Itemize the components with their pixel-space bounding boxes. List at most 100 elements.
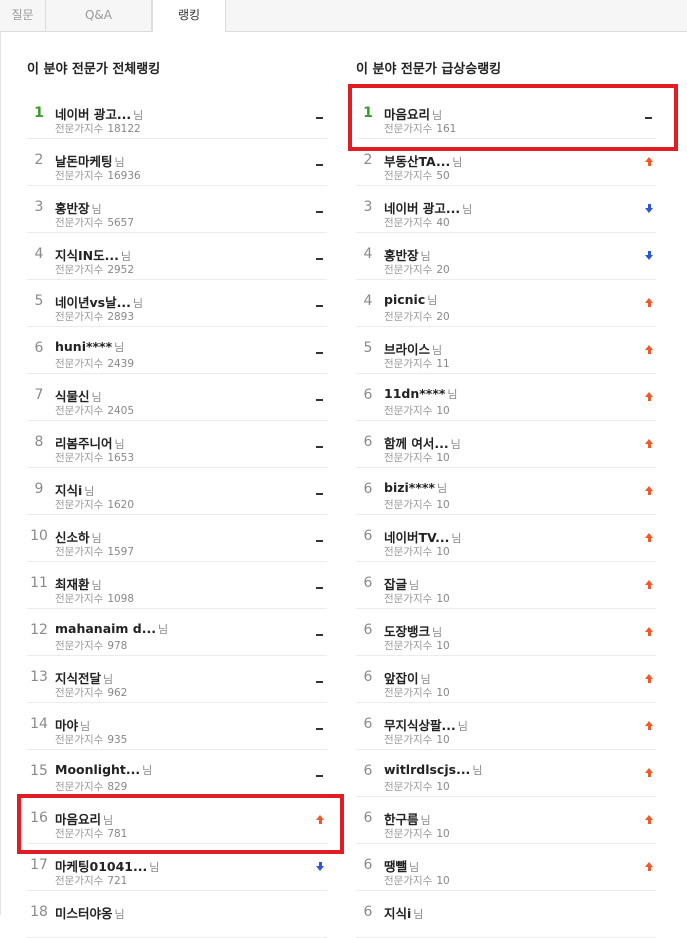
ranking-row[interactable]: 6 witlrdlscjs... 님 전문가지수 10: [356, 750, 656, 797]
expert-name-text[interactable]: 홍반장: [384, 248, 419, 263]
expert-name[interactable]: bizi**** 님: [384, 480, 447, 496]
expert-name-text[interactable]: picnic: [384, 292, 425, 307]
expert-name[interactable]: 11dn**** 님: [384, 386, 458, 402]
ranking-row[interactable]: 6 잡글 님 전문가지수 10: [356, 562, 656, 609]
rank-number: 4: [34, 246, 44, 262]
ranking-row[interactable]: 6 도장뱅크 님 전문가지수 10: [356, 609, 656, 656]
expert-score: 전문가지수 935: [55, 732, 127, 747]
rank-number: 6: [363, 857, 373, 873]
expert-name-text[interactable]: mahanaim d...: [55, 621, 156, 636]
expert-name-text[interactable]: 네이년vs날...: [55, 295, 131, 310]
expert-score-value: 962: [107, 687, 128, 699]
expert-name-text[interactable]: bizi****: [384, 480, 435, 495]
ranking-row[interactable]: 5 네이년vs날... 님 전문가지수 2893: [27, 280, 327, 327]
expert-name[interactable]: 미스터야옹 님: [55, 903, 125, 922]
expert-name[interactable]: witlrdlscjs... 님: [384, 762, 482, 778]
expert-name-text[interactable]: 최재환: [55, 577, 90, 592]
expert-name-text[interactable]: 신소하: [55, 530, 90, 545]
tab-bar: 질문 Q&A 랭킹: [0, 0, 687, 32]
expert-score: 전문가지수 721: [55, 873, 127, 888]
expert-name-text[interactable]: 함께 여서...: [384, 436, 449, 451]
ranking-row[interactable]: 1 마음요리 님 전문가지수 161: [356, 92, 656, 139]
expert-name[interactable]: Moonlight... 님: [55, 762, 152, 778]
expert-name-text[interactable]: 날돈마케팅: [55, 154, 113, 169]
expert-name-text[interactable]: 마야: [55, 718, 78, 733]
expert-name-text[interactable]: 앞잡이: [384, 671, 419, 686]
expert-name-text[interactable]: 한구름: [384, 812, 419, 827]
rank-number: 11: [30, 575, 48, 591]
rank-number: 9: [34, 481, 44, 497]
rank-number: 1: [363, 105, 373, 121]
ranking-row[interactable]: 8 리봄주니어 님 전문가지수 1653: [27, 421, 327, 468]
expert-name-text[interactable]: 땡뺄: [384, 859, 407, 874]
ranking-row[interactable]: 9 지식i 님 전문가지수 1620: [27, 468, 327, 515]
expert-score-value: 2952: [107, 264, 135, 276]
trend-up-icon: [645, 298, 653, 308]
ranking-row[interactable]: 6 11dn**** 님 전문가지수 10: [356, 374, 656, 421]
ranking-row[interactable]: 4 홍반장 님 전문가지수 20: [356, 233, 656, 280]
ranking-row[interactable]: 5 브라이스 님 전문가지수 11: [356, 327, 656, 374]
rank-number: 6: [363, 528, 373, 544]
expert-name-text[interactable]: 11dn****: [384, 386, 445, 401]
expert-score-value: 2893: [107, 311, 135, 323]
ranking-row[interactable]: 2 부동산TA... 님 전문가지수 50: [356, 139, 656, 186]
expert-name-text[interactable]: 잡글: [384, 577, 407, 592]
expert-name-text[interactable]: 식물신: [55, 389, 90, 404]
expert-name-text[interactable]: 브라이스: [384, 342, 430, 357]
ranking-row[interactable]: 6 네이버TV... 님 전문가지수 10: [356, 515, 656, 562]
ranking-row[interactable]: 7 식물신 님 전문가지수 2405: [27, 374, 327, 421]
expert-name-text[interactable]: Moonlight...: [55, 762, 140, 777]
ranking-row[interactable]: 3 홍반장 님 전문가지수 5657: [27, 186, 327, 233]
expert-name-text[interactable]: 네이버 광고...: [384, 201, 460, 216]
ranking-row[interactable]: 3 네이버 광고... 님 전문가지수 40: [356, 186, 656, 233]
expert-name-text[interactable]: 마음요리: [55, 812, 101, 827]
rank-number: 6: [363, 763, 373, 779]
tab-questions[interactable]: 질문: [0, 0, 46, 31]
ranking-row[interactable]: 16 마음요리 님 전문가지수 781: [27, 797, 327, 844]
ranking-row[interactable]: 10 신소하 님 전문가지수 1597: [27, 515, 327, 562]
ranking-row[interactable]: 11 최재환 님 전문가지수 1098: [27, 562, 327, 609]
expert-name-text[interactable]: 홍반장: [55, 201, 90, 216]
ranking-row[interactable]: 14 마야 님 전문가지수 935: [27, 703, 327, 750]
expert-name-text[interactable]: 리봄주니어: [55, 436, 113, 451]
expert-name-text[interactable]: 지식i: [384, 906, 411, 921]
ranking-row[interactable]: 6 무지식상팔... 님 전문가지수 10: [356, 703, 656, 750]
expert-name-text[interactable]: huni****: [55, 339, 112, 354]
ranking-row[interactable]: 6 함께 여서... 님 전문가지수 10: [356, 421, 656, 468]
ranking-row[interactable]: 1 네이버 광고... 님 전문가지수 18122: [27, 92, 327, 139]
ranking-row[interactable]: 15 Moonlight... 님 전문가지수 829: [27, 750, 327, 797]
expert-name-text[interactable]: 지식IN도...: [55, 248, 119, 263]
ranking-row[interactable]: 6 한구름 님 전문가지수 10: [356, 797, 656, 844]
ranking-row[interactable]: 6 bizi**** 님 전문가지수 10: [356, 468, 656, 515]
expert-name[interactable]: mahanaim d... 님: [55, 621, 168, 637]
expert-name-text[interactable]: 부동산TA...: [384, 154, 450, 169]
ranking-row[interactable]: 4 지식IN도... 님 전문가지수 2952: [27, 233, 327, 280]
ranking-row[interactable]: 4 picnic 님 전문가지수 20: [356, 280, 656, 327]
ranking-row[interactable]: 12 mahanaim d... 님 전문가지수 978: [27, 609, 327, 656]
expert-score-value: 10: [436, 781, 450, 793]
tab-qna[interactable]: Q&A: [46, 0, 152, 31]
expert-name-text[interactable]: witlrdlscjs...: [384, 762, 470, 777]
expert-name-text[interactable]: 무지식상팔...: [384, 718, 456, 733]
tab-ranking[interactable]: 랭킹: [152, 0, 226, 32]
ranking-row[interactable]: 17 마케팅01041... 님 전문가지수 721: [27, 844, 327, 891]
ranking-row[interactable]: 2 날돈마케팅 님 전문가지수 16936: [27, 139, 327, 186]
expert-name-text[interactable]: 마음요리: [384, 107, 430, 122]
expert-name-text[interactable]: 네이버 광고...: [55, 107, 131, 122]
expert-name[interactable]: 지식i 님: [384, 903, 423, 922]
expert-name-text[interactable]: 네이버TV...: [384, 530, 449, 545]
ranking-row[interactable]: 6 앞잡이 님 전문가지수 10: [356, 656, 656, 703]
expert-name[interactable]: picnic 님: [384, 292, 437, 308]
ranking-row[interactable]: 6 huni**** 님 전문가지수 2439: [27, 327, 327, 374]
honorific-suffix: 님: [142, 764, 153, 777]
ranking-row[interactable]: 13 지식전달 님 전문가지수 962: [27, 656, 327, 703]
expert-name-text[interactable]: 도장뱅크: [384, 624, 430, 639]
ranking-row[interactable]: 6 땡뺄 님 전문가지수 10: [356, 844, 656, 891]
expert-name-text[interactable]: 미스터야옹: [55, 906, 113, 921]
expert-name-text[interactable]: 지식i: [55, 483, 82, 498]
expert-name-text[interactable]: 지식전달: [55, 671, 101, 686]
expert-name-text[interactable]: 마케팅01041...: [55, 859, 147, 874]
expert-name[interactable]: huni**** 님: [55, 339, 124, 355]
rank-number: 6: [363, 669, 373, 685]
trend-up-icon: [645, 345, 653, 355]
